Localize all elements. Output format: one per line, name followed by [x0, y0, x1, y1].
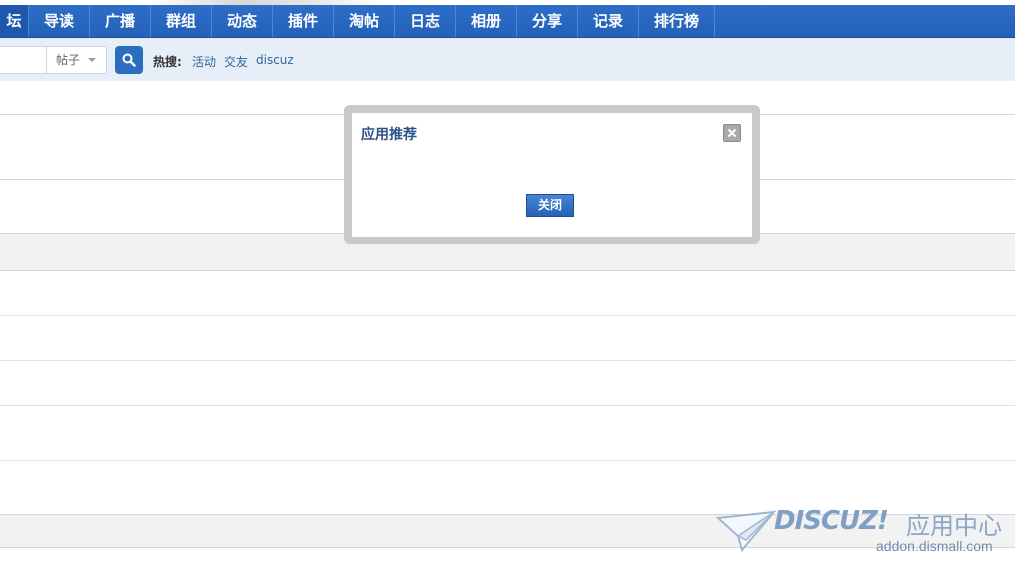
nav-item-feed[interactable]: 动态 — [212, 5, 273, 37]
hot-search-link-activity[interactable]: 活动 — [192, 53, 216, 70]
nav-item-share[interactable]: 分享 — [517, 5, 578, 37]
row-divider — [0, 460, 1015, 461]
chevron-down-icon — [88, 58, 96, 62]
nav-item-plugins[interactable]: 插件 — [273, 5, 334, 37]
watermark: DISCUZ! 应用中心 addon.dismall.com — [716, 506, 1011, 566]
dialog-close-text-button[interactable]: 关闭 — [526, 194, 574, 217]
nav-item-records[interactable]: 记录 — [578, 5, 639, 37]
nav-item-groups[interactable]: 群组 — [151, 5, 212, 37]
nav-item-blog[interactable]: 日志 — [395, 5, 456, 37]
search-button[interactable] — [115, 46, 143, 74]
dialog-close-button[interactable] — [723, 124, 741, 142]
watermark-subtitle: 应用中心 — [906, 512, 1002, 540]
hot-search-link-friends[interactable]: 交友 — [224, 53, 248, 70]
row-divider — [0, 270, 1015, 271]
search-input[interactable] — [0, 46, 47, 74]
nav-item-album[interactable]: 相册 — [456, 5, 517, 37]
app-recommend-dialog: 应用推荐 关闭 — [352, 113, 752, 237]
nav-item-forum[interactable]: 坛 — [0, 5, 29, 37]
search-icon — [122, 53, 136, 67]
main-navigation: 坛 导读 广播 群组 动态 插件 淘帖 日志 相册 分享 记录 排行榜 — [0, 5, 1015, 38]
hot-search-link-discuz[interactable]: discuz — [256, 53, 294, 67]
nav-item-broadcast[interactable]: 广播 — [90, 5, 151, 37]
watermark-brand: DISCUZ! — [774, 506, 889, 536]
row-divider — [0, 315, 1015, 316]
nav-item-ranking[interactable]: 排行榜 — [639, 5, 715, 37]
search-type-label: 帖子 — [56, 53, 81, 67]
hot-search-label: 热搜: — [153, 55, 182, 69]
watermark-domain: addon.dismall.com — [876, 538, 993, 554]
paper-plane-icon — [716, 510, 776, 553]
row-divider — [0, 405, 1015, 406]
row-divider — [0, 360, 1015, 361]
nav-item-collections[interactable]: 淘帖 — [334, 5, 395, 37]
close-icon — [727, 128, 737, 138]
nav-item-guide[interactable]: 导读 — [29, 5, 90, 37]
dialog-title: 应用推荐 — [361, 127, 417, 143]
search-type-select[interactable]: 帖子 — [46, 46, 107, 74]
search-bar: 帖子 热搜: 活动 交友 discuz — [0, 38, 1015, 81]
